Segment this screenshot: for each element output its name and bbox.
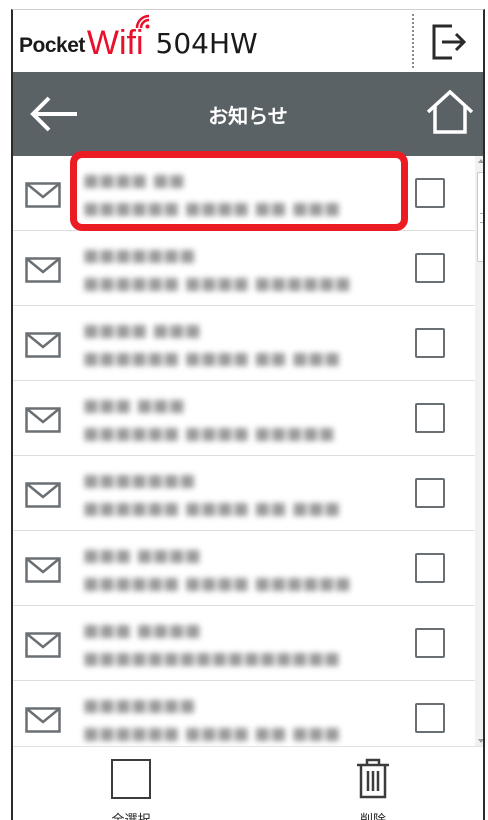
page-title: お知らせ [208, 104, 288, 128]
brand-logo: Pocket Wifi 504HW [19, 14, 258, 60]
message-checkbox[interactable] [415, 553, 445, 583]
message-title[interactable]: ■■■ ■■■ [83, 396, 185, 416]
scroll-grip [480, 213, 483, 223]
message-title[interactable]: ■■■ ■■■■ [83, 546, 201, 566]
nav-bar: お知らせ [13, 72, 483, 156]
logout-icon[interactable] [426, 20, 470, 64]
scroll-down-arrow[interactable] [478, 739, 483, 743]
select-all-label: 全選択 [101, 809, 161, 820]
bottom-toolbar: 全選択 削除 [13, 746, 483, 820]
list-item[interactable]: ■■■■■■■ ■■■■■■ ■■■■ ■■ ■■■ [13, 681, 475, 746]
brand-pocket-text: Pocket [19, 34, 85, 57]
message-title[interactable]: ■■■ ■■■■ [83, 621, 201, 641]
mail-icon [25, 557, 61, 583]
list-item[interactable]: ■■■■ ■■ ■■■■■■ ■■■■ ■■ ■■■ [13, 156, 475, 231]
mail-icon [25, 407, 61, 433]
mail-icon [25, 182, 61, 208]
list-item[interactable]: ■■■■■■■ ■■■■■■ ■■■■ ■■ ■■■ [13, 456, 475, 531]
top-divider [412, 14, 414, 68]
message-checkbox[interactable] [415, 253, 445, 283]
message-body[interactable]: ■■■■■■ ■■■■ ■■ ■■■ [83, 499, 340, 519]
message-title[interactable]: ■■■■■■■ [83, 471, 195, 491]
message-body[interactable]: ■■■■■■ ■■■■ ■■ ■■■ [83, 724, 340, 744]
select-all-checkbox-icon [111, 759, 151, 799]
home-icon[interactable] [424, 86, 476, 138]
message-checkbox[interactable] [415, 328, 445, 358]
delete-button[interactable]: 削除 [343, 753, 403, 820]
message-checkbox[interactable] [415, 178, 445, 208]
message-checkbox[interactable] [415, 628, 445, 658]
message-list[interactable]: ■■■■ ■■ ■■■■■■ ■■■■ ■■ ■■■ ■■■■■■■ ■■■■■■ ■… [13, 156, 475, 746]
message-checkbox[interactable] [415, 478, 445, 508]
scroll-thumb[interactable] [477, 172, 483, 262]
list-item[interactable]: ■■■ ■■■ ■■■■■■ ■■■■ ■■■■■ [13, 381, 475, 456]
mail-icon [25, 257, 61, 283]
message-title[interactable]: ■■■■ ■■ [83, 171, 185, 191]
message-checkbox[interactable] [415, 403, 445, 433]
message-title[interactable]: ■■■■■■■ [83, 696, 195, 716]
list-item[interactable]: ■■■ ■■■■ ■■■■■■■■■■■■■■■■ [13, 606, 475, 681]
scroll-up-arrow[interactable] [478, 159, 483, 163]
message-body[interactable]: ■■■■■■ ■■■■ ■■■■■ [83, 424, 335, 444]
select-all-button[interactable]: 全選択 [101, 753, 161, 820]
mail-icon [25, 482, 61, 508]
message-title[interactable]: ■■■■■■■ [83, 246, 195, 266]
mail-icon [25, 632, 61, 658]
message-body[interactable]: ■■■■■■ ■■■■ ■■■■■■ [83, 574, 351, 594]
scrollbar[interactable] [475, 156, 483, 746]
message-title[interactable]: ■■■■ ■■■ [83, 321, 201, 341]
message-body[interactable]: ■■■■■■ ■■■■ ■■■■■■ [83, 274, 351, 294]
app-frame: Pocket Wifi 504HW お知らせ ■■■■ ■■ ■■■■■■ ■■■… [11, 9, 485, 820]
mail-icon [25, 707, 61, 733]
list-item[interactable]: ■■■■ ■■■ ■■■■■■ ■■■■ ■■ ■■■ [13, 306, 475, 381]
trash-icon [357, 758, 389, 799]
device-model: 504HW [155, 27, 258, 60]
message-body[interactable]: ■■■■■■ ■■■■ ■■ ■■■ [83, 199, 340, 219]
list-item[interactable]: ■■■ ■■■■ ■■■■■■ ■■■■ ■■■■■■ [13, 531, 475, 606]
message-checkbox[interactable] [415, 703, 445, 733]
top-bar: Pocket Wifi 504HW [13, 10, 483, 72]
delete-label: 削除 [343, 809, 403, 820]
wifi-signal-icon [135, 14, 150, 29]
message-body[interactable]: ■■■■■■ ■■■■ ■■ ■■■ [83, 349, 340, 369]
brand-wifi-text: Wifi [87, 14, 150, 60]
list-item[interactable]: ■■■■■■■ ■■■■■■ ■■■■ ■■■■■■ [13, 231, 475, 306]
mail-icon [25, 332, 61, 358]
message-body[interactable]: ■■■■■■■■■■■■■■■■ [83, 649, 340, 669]
